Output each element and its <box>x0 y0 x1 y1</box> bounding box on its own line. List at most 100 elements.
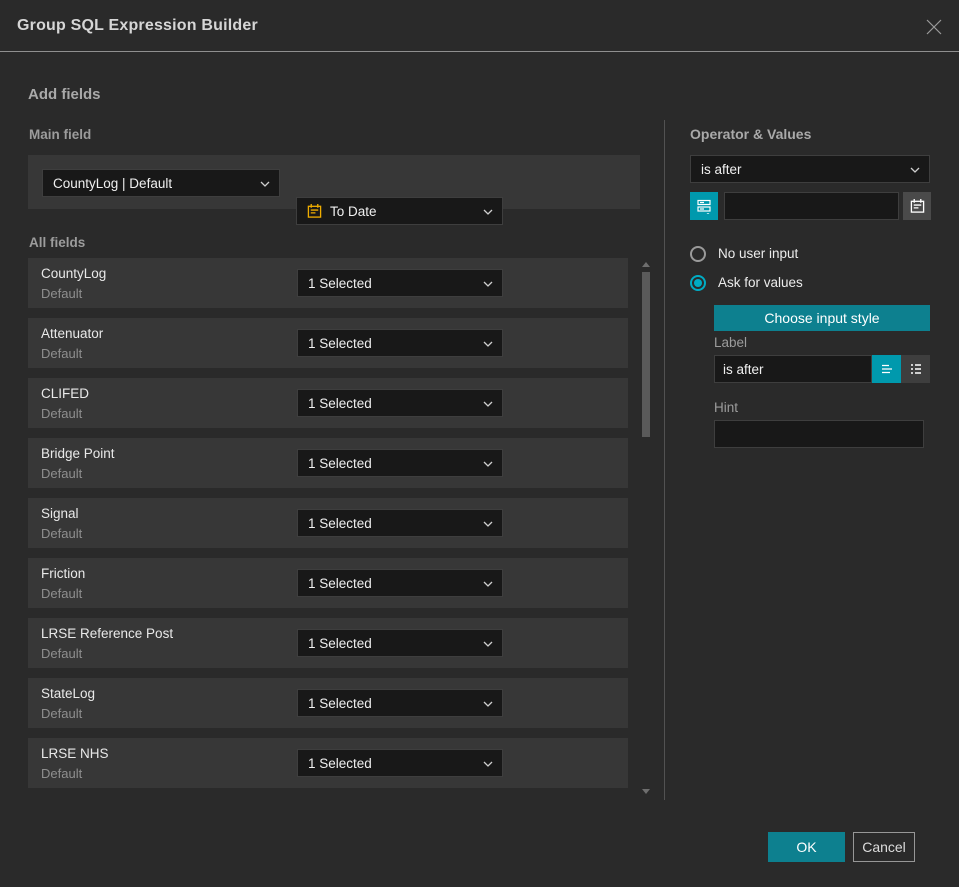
field-row-lrse-reference-post: LRSE Reference Post Default 1 Selected <box>28 618 628 668</box>
field-selection-dropdown[interactable]: 1 Selected <box>297 329 503 357</box>
date-field-select-value: To Date <box>330 203 377 219</box>
all-fields-label: All fields <box>29 235 86 250</box>
radio-row-no-user-input: No user input <box>690 246 930 262</box>
field-name: StateLog <box>41 686 96 701</box>
field-selection-dropdown[interactable]: 1 Selected <box>297 269 503 297</box>
date-picker-button[interactable] <box>903 192 931 220</box>
chevron-down-icon <box>483 581 493 587</box>
field-selection-dropdown[interactable]: 1 Selected <box>297 749 503 777</box>
list-input-style-button[interactable] <box>901 355 930 383</box>
chevron-down-icon <box>260 181 270 187</box>
ask-for-values-label: Ask for values <box>718 275 803 290</box>
field-subtitle: Default <box>41 766 83 781</box>
chevron-down-icon <box>483 701 493 707</box>
radio-row-ask-for-values: Ask for values <box>690 275 930 291</box>
field-subtitle: Default <box>41 526 83 541</box>
unique-values-button[interactable] <box>690 192 718 220</box>
selection-count: 1 Selected <box>308 335 372 351</box>
scroll-up-icon[interactable] <box>642 262 650 267</box>
chevron-down-icon <box>483 641 493 647</box>
field-subtitle: Default <box>41 646 83 661</box>
field-row-statelog: StateLog Default 1 Selected <box>28 678 628 728</box>
choose-input-style-button[interactable]: Choose input style <box>714 305 930 331</box>
field-row-attenuator: Attenuator Default 1 Selected <box>28 318 628 368</box>
main-field-label: Main field <box>29 127 92 142</box>
ask-for-values-radio[interactable] <box>690 275 706 291</box>
no-user-input-radio[interactable] <box>690 246 706 262</box>
field-subtitle: Default <box>41 706 83 721</box>
field-subtitle: Default <box>41 406 83 421</box>
chevron-down-icon <box>483 401 493 407</box>
cancel-button[interactable]: Cancel <box>853 832 915 862</box>
main-field-select[interactable]: CountyLog | Default <box>42 169 280 197</box>
calendar-icon <box>307 203 322 219</box>
close-button[interactable] <box>923 16 945 38</box>
field-selection-dropdown[interactable]: 1 Selected <box>297 689 503 717</box>
field-selection-dropdown[interactable]: 1 Selected <box>297 629 503 657</box>
field-row-signal: Signal Default 1 Selected <box>28 498 628 548</box>
field-subtitle: Default <box>41 346 83 361</box>
hint-field-label: Hint <box>714 400 739 415</box>
label-field-label: Label <box>714 335 748 350</box>
text-input-style-button[interactable] <box>872 355 901 383</box>
field-name: Bridge Point <box>41 446 115 461</box>
label-input[interactable] <box>714 355 872 383</box>
field-row-bridge-point: Bridge Point Default 1 Selected <box>28 438 628 488</box>
chevron-down-icon <box>483 521 493 527</box>
field-name: Attenuator <box>41 326 104 341</box>
selection-count: 1 Selected <box>308 575 372 591</box>
field-name: CLIFED <box>41 386 90 401</box>
field-name: Signal <box>41 506 79 521</box>
dialog-title: Group SQL Expression Builder <box>17 17 258 34</box>
date-field-select[interactable]: To Date <box>296 197 503 225</box>
main-field-select-value: CountyLog | Default <box>53 175 173 191</box>
hint-input[interactable] <box>714 420 924 448</box>
field-row-lrse-nhs: LRSE NHS Default 1 Selected <box>28 738 628 788</box>
chevron-down-icon <box>483 461 493 467</box>
chevron-down-icon <box>483 209 493 215</box>
chevron-down-icon <box>910 167 920 173</box>
selection-count: 1 Selected <box>308 515 372 531</box>
field-name: CountyLog <box>41 266 107 281</box>
selection-count: 1 Selected <box>308 755 372 771</box>
close-icon <box>926 19 942 35</box>
field-selection-dropdown[interactable]: 1 Selected <box>297 569 503 597</box>
operator-select-value: is after <box>701 161 742 177</box>
unique-values-icon <box>697 199 711 214</box>
field-subtitle: Default <box>41 286 83 301</box>
dialog-header: Group SQL Expression Builder <box>0 0 959 52</box>
field-selection-dropdown[interactable]: 1 Selected <box>297 449 503 477</box>
field-row-friction: Friction Default 1 Selected <box>28 558 628 608</box>
selection-count: 1 Selected <box>308 275 372 291</box>
field-subtitle: Default <box>41 586 83 601</box>
list-icon <box>910 364 921 374</box>
add-fields-heading: Add fields <box>28 86 101 103</box>
field-selection-dropdown[interactable]: 1 Selected <box>297 509 503 537</box>
selection-count: 1 Selected <box>308 395 372 411</box>
ok-button[interactable]: OK <box>768 832 845 862</box>
align-left-icon <box>881 364 892 374</box>
field-row-clifed: CLIFED Default 1 Selected <box>28 378 628 428</box>
field-name: LRSE Reference Post <box>41 626 174 641</box>
field-name: LRSE NHS <box>41 746 109 761</box>
scrollbar-thumb[interactable] <box>642 272 650 437</box>
selection-count: 1 Selected <box>308 695 372 711</box>
panel-divider <box>664 120 665 800</box>
calendar-icon <box>910 198 924 213</box>
value-input[interactable] <box>724 192 899 220</box>
field-subtitle: Default <box>41 466 83 481</box>
operator-values-heading: Operator & Values <box>690 126 812 142</box>
field-row-countylog: CountyLog Default 1 Selected <box>28 258 628 308</box>
no-user-input-label: No user input <box>718 246 799 261</box>
selection-count: 1 Selected <box>308 635 372 651</box>
all-fields-list: CountyLog Default 1 Selected Attenuator … <box>28 258 628 788</box>
operator-select[interactable]: is after <box>690 155 930 183</box>
scroll-down-icon[interactable] <box>642 789 650 794</box>
field-name: Friction <box>41 566 86 581</box>
selection-count: 1 Selected <box>308 455 372 471</box>
field-selection-dropdown[interactable]: 1 Selected <box>297 389 503 417</box>
chevron-down-icon <box>483 281 493 287</box>
list-scrollbar[interactable] <box>641 258 652 798</box>
chevron-down-icon <box>483 341 493 347</box>
main-field-panel: CountyLog | Default To Date <box>28 155 640 225</box>
